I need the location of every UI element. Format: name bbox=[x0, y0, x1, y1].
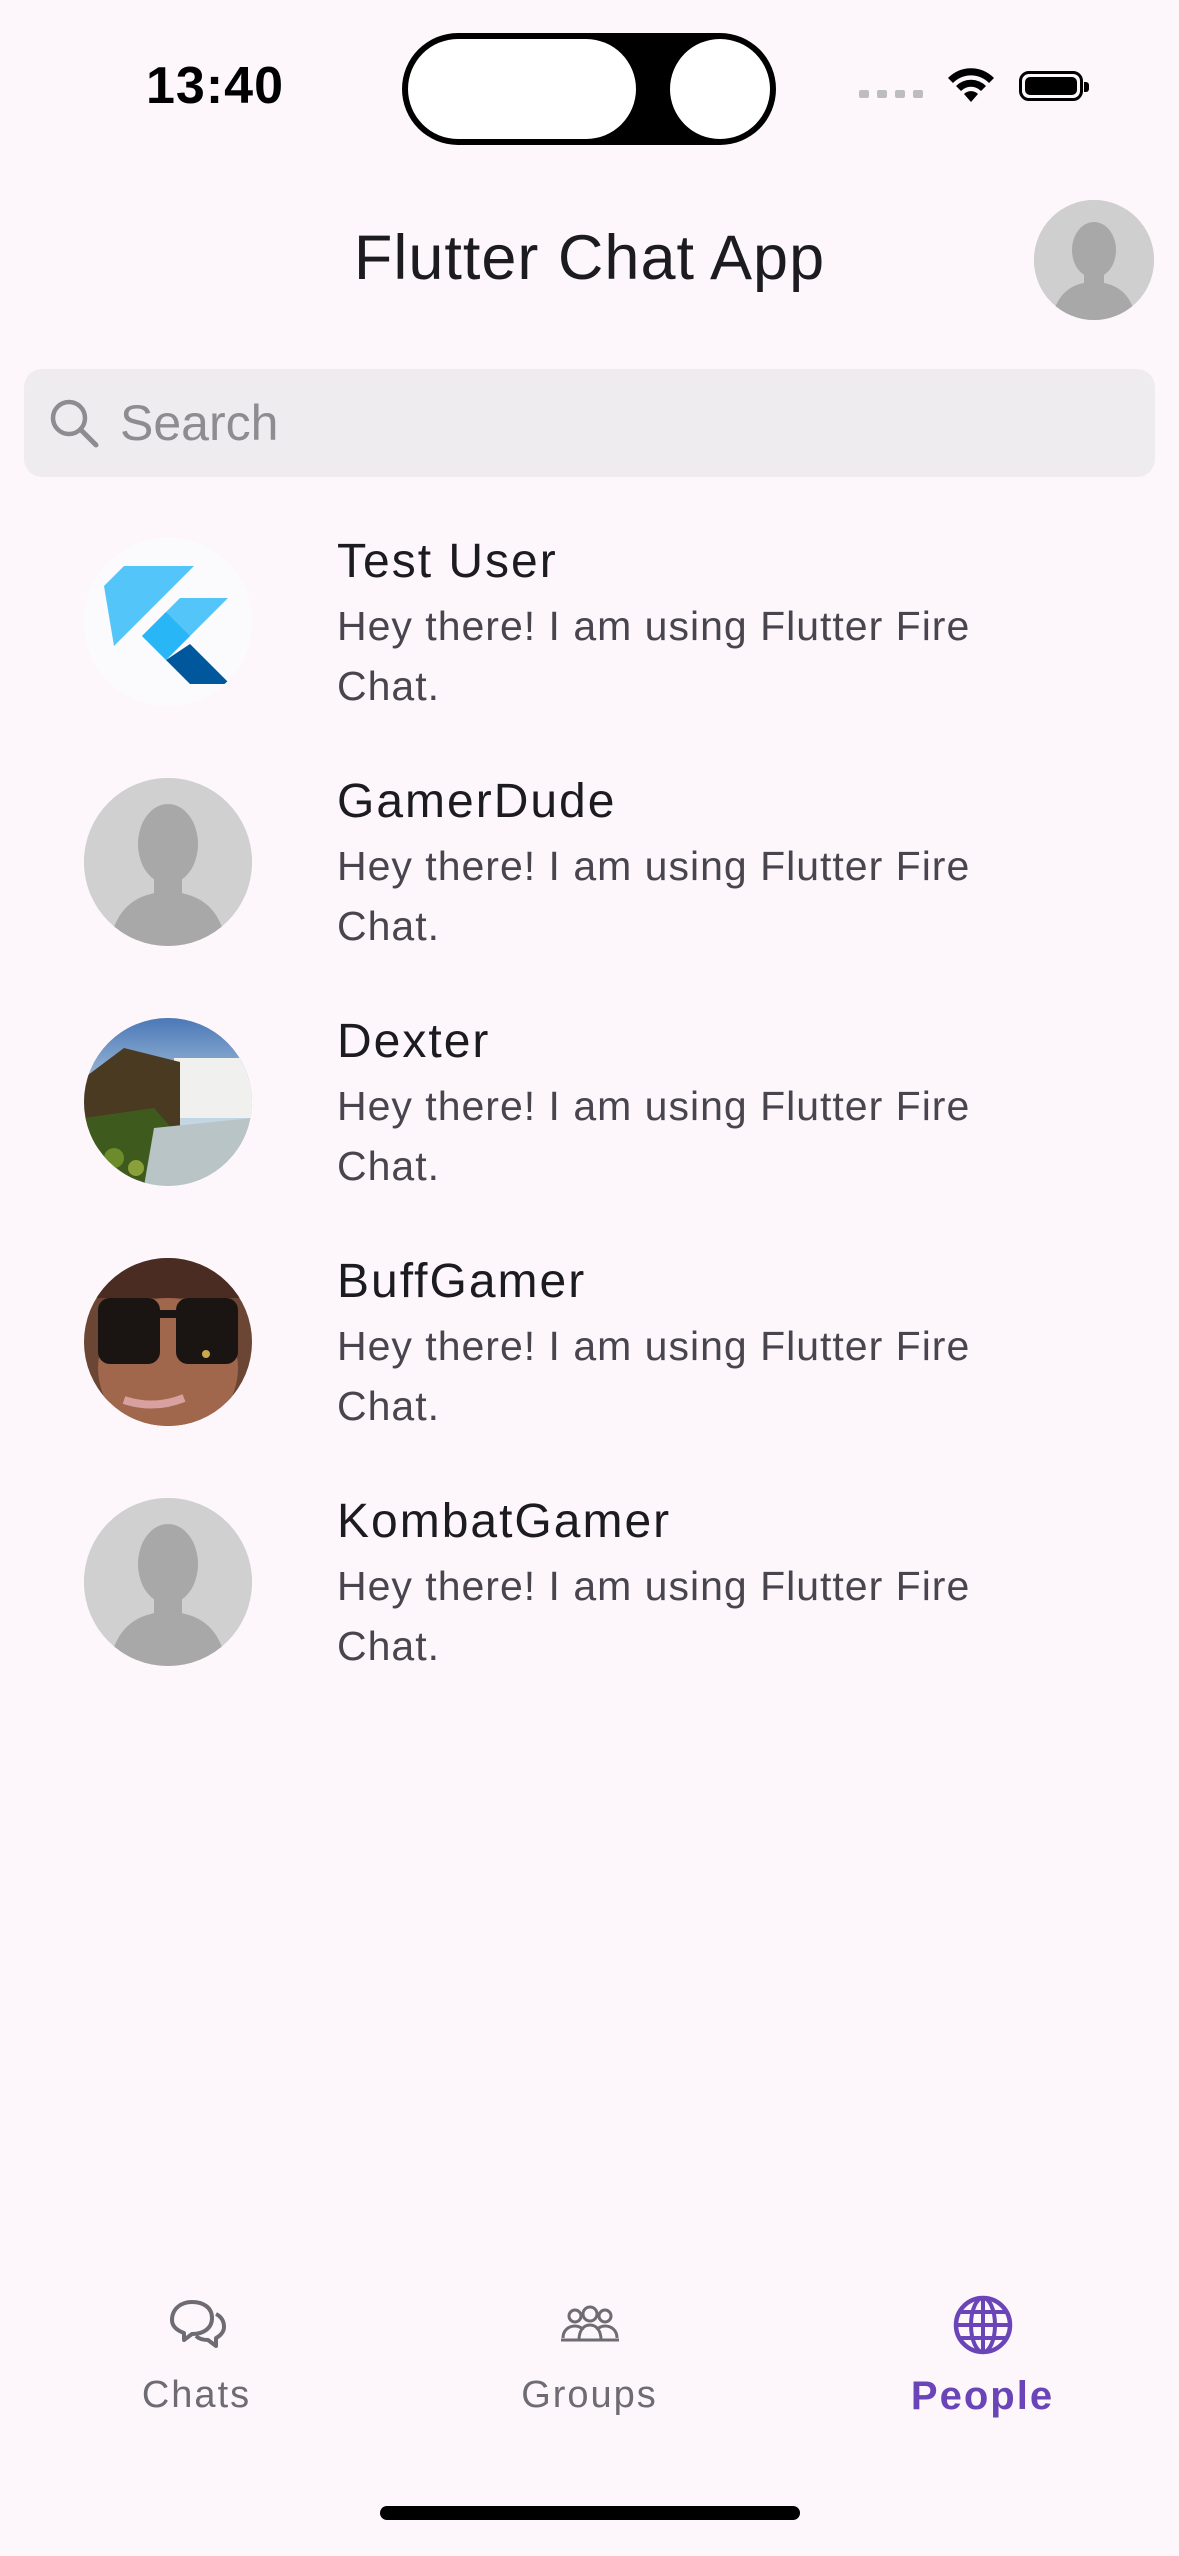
tab-groups-label: Groups bbox=[521, 2374, 658, 2416]
avatar-silhouette-icon bbox=[84, 1498, 252, 1666]
signal-icon bbox=[859, 90, 923, 98]
list-item[interactable]: KombatGamer Hey there! I am using Flutte… bbox=[0, 1480, 1179, 1720]
list-item[interactable]: BuffGamer Hey there! I am using Flutter … bbox=[0, 1240, 1179, 1480]
home-indicator[interactable] bbox=[380, 2506, 800, 2520]
list-item[interactable]: GamerDude Hey there! I am using Flutter … bbox=[0, 760, 1179, 1000]
groups-icon bbox=[560, 2305, 619, 2342]
search-bar[interactable] bbox=[24, 369, 1155, 477]
battery-icon bbox=[1019, 71, 1089, 101]
avatar bbox=[84, 538, 252, 706]
avatar bbox=[84, 778, 252, 946]
person-name: Dexter bbox=[337, 1015, 491, 1068]
page-title: Flutter Chat App bbox=[353, 223, 826, 293]
person-name: GamerDude bbox=[337, 775, 617, 828]
bottom-navigation: Chats Groups People bbox=[0, 2290, 1179, 2470]
search-icon bbox=[50, 399, 99, 448]
person-name: Test User bbox=[337, 535, 558, 588]
avatar-silhouette-icon bbox=[1034, 200, 1154, 320]
list-item[interactable]: Test User Hey there! I am using Flutter … bbox=[0, 520, 1179, 760]
avatar bbox=[84, 1258, 252, 1426]
avatar-silhouette-icon bbox=[84, 778, 252, 946]
wifi-icon bbox=[948, 68, 994, 102]
person-name: BuffGamer bbox=[337, 1255, 587, 1308]
search-input[interactable] bbox=[118, 393, 1022, 453]
person-status: Hey there! I am using Flutter Fire Chat. bbox=[337, 603, 971, 709]
tab-people[interactable]: People bbox=[786, 2290, 1179, 2419]
waterfall-photo-icon bbox=[84, 1018, 252, 1186]
status-time: 13:40 bbox=[146, 57, 284, 115]
avatar bbox=[84, 1498, 252, 1666]
dynamic-island bbox=[402, 33, 776, 145]
tab-chats[interactable]: Chats bbox=[0, 2290, 393, 2417]
chat-bubbles-icon bbox=[169, 2300, 226, 2348]
person-status: Hey there! I am using Flutter Fire Chat. bbox=[337, 1083, 971, 1189]
person-status: Hey there! I am using Flutter Fire Chat. bbox=[337, 1323, 971, 1429]
tab-people-label: People bbox=[910, 2374, 1055, 2418]
status-icons bbox=[859, 66, 1089, 106]
tab-chats-label: Chats bbox=[141, 2374, 252, 2416]
globe-icon bbox=[953, 2295, 1012, 2355]
profile-avatar-button[interactable] bbox=[1034, 200, 1154, 320]
person-name: KombatGamer bbox=[337, 1495, 672, 1548]
list-item[interactable]: Dexter Hey there! I am using Flutter Fir… bbox=[0, 1000, 1179, 1240]
avatar bbox=[84, 1018, 252, 1186]
tab-groups[interactable]: Groups bbox=[393, 2290, 786, 2417]
person-status: Hey there! I am using Flutter Fire Chat. bbox=[337, 1563, 971, 1669]
flutter-logo-icon bbox=[84, 538, 252, 706]
person-status: Hey there! I am using Flutter Fire Chat. bbox=[337, 843, 971, 949]
sunglasses-photo-icon bbox=[84, 1258, 252, 1426]
